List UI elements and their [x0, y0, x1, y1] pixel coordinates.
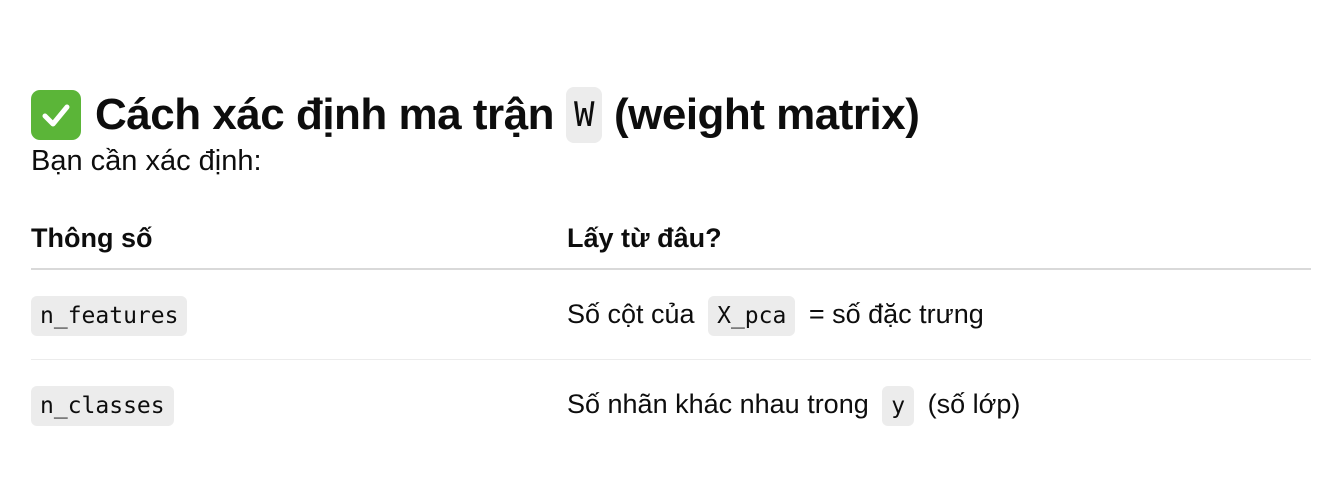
source-inline-code: X_pca — [708, 296, 796, 336]
table-cell-parameter: n_classes — [31, 360, 567, 450]
check-mark-button-icon — [31, 89, 81, 140]
parameter-code: n_classes — [31, 386, 174, 426]
table-row: n_features Số cột của X_pca = số đặc trư… — [31, 269, 1311, 360]
heading-prefix: Cách xác định ma trận — [95, 89, 554, 139]
table-cell-source: Số nhãn khác nhau trong y (số lớp) — [567, 360, 1311, 450]
source-text-before: Số cột của — [567, 299, 695, 329]
parameter-code: n_features — [31, 296, 188, 336]
table-header-parameter: Thông số — [31, 208, 567, 270]
table-header-source: Lấy từ đâu? — [567, 208, 1311, 270]
table-cell-parameter: n_features — [31, 269, 567, 360]
table-row: n_classes Số nhãn khác nhau trong y (số … — [31, 360, 1311, 450]
section-heading: Cách xác định ma trận W (weight matrix) — [31, 83, 920, 147]
heading-suffix: (weight matrix) — [613, 89, 920, 139]
table-header-row: Thông số Lấy từ đâu? — [31, 208, 1311, 270]
intro-text: Bạn cần xác định: — [31, 145, 262, 177]
source-text-after: = số đặc trưng — [808, 299, 984, 329]
parameters-table: Thông số Lấy từ đâu? n_features Số cột c… — [31, 208, 1311, 449]
source-text-after: (số lớp) — [927, 389, 1021, 419]
heading-inline-code: W — [565, 86, 602, 143]
table-cell-source: Số cột của X_pca = số đặc trưng — [567, 269, 1311, 360]
source-inline-code: y — [882, 386, 915, 426]
source-text-before: Số nhãn khác nhau trong — [567, 389, 869, 419]
